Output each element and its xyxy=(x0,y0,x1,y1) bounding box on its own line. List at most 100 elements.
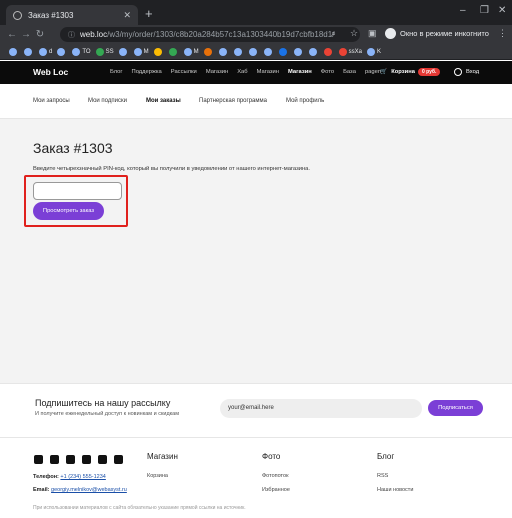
bookmark-item[interactable]: K xyxy=(366,47,381,56)
bookmark-item[interactable]: SS xyxy=(95,47,114,56)
bookmark-item[interactable] xyxy=(248,47,259,56)
back-icon[interactable]: ← xyxy=(5,29,19,40)
footer-link-cart[interactable]: Корзина xyxy=(147,473,168,479)
reload-icon[interactable]: ↻ xyxy=(33,29,47,40)
bookmark-item[interactable] xyxy=(57,47,67,56)
subnav-my-profile[interactable]: Мой профиль xyxy=(286,98,324,104)
search-icon[interactable]: ⌕ xyxy=(331,28,336,39)
bookmark-item[interactable]: TO xyxy=(72,47,91,56)
view-order-button[interactable]: Просмотреть заказ xyxy=(33,202,104,220)
site-logo[interactable]: Web Loc xyxy=(33,67,68,77)
login-link[interactable]: Вход xyxy=(454,68,479,76)
bookmark-item[interactable]: M xyxy=(133,47,149,56)
bookmark-item[interactable] xyxy=(293,47,304,56)
phone-label: Телефон: xyxy=(33,474,59,480)
browser-tab-bar: Заказ #1303 ✕ + – ❐ ✕ xyxy=(0,0,512,25)
bookmark-item[interactable] xyxy=(233,47,244,56)
subnav-partner-program[interactable]: Партнерская программа xyxy=(199,98,267,104)
rss-icon[interactable] xyxy=(34,455,43,464)
maximize-icon[interactable]: ❐ xyxy=(480,5,489,16)
instagram-icon[interactable] xyxy=(98,455,107,464)
nav-item-pagen[interactable]: pagen xyxy=(365,69,381,75)
site-info-icon[interactable]: ⓘ xyxy=(68,30,75,40)
bookmark-item[interactable] xyxy=(323,47,334,56)
close-window-icon[interactable]: ✕ xyxy=(498,5,506,16)
footer-link-photostream[interactable]: Фотопоток xyxy=(262,473,288,479)
cart-icon: 🛒 xyxy=(380,69,388,75)
bookmarks-bar: d TO SS M M ssXa K xyxy=(0,44,512,60)
footer-phone: Телефон: +1 (234) 555-1234 xyxy=(33,474,106,480)
url-domain: web.loc xyxy=(80,30,108,39)
tab-close-icon[interactable]: ✕ xyxy=(123,10,131,21)
vk-icon[interactable] xyxy=(82,455,91,464)
url-path: /w3/my/order/1303/c8b20a284b57c13a130344… xyxy=(107,30,335,39)
nav-item-shop[interactable]: Магазин xyxy=(206,69,228,75)
bookmark-item[interactable] xyxy=(153,47,164,56)
minimize-icon[interactable]: – xyxy=(460,5,466,16)
nav-item-photo[interactable]: Фото xyxy=(321,69,334,75)
subnav-my-requests[interactable]: Мои запросы xyxy=(33,98,70,104)
incognito-label: Окно в режиме инкогнито xyxy=(400,29,489,38)
facebook-icon[interactable] xyxy=(50,455,59,464)
cart-link[interactable]: 🛒 Корзина 0 руб. xyxy=(380,68,441,76)
bookmark-item[interactable] xyxy=(24,47,34,56)
bookmark-item[interactable]: M xyxy=(183,47,199,56)
bookmark-item[interactable] xyxy=(118,47,129,56)
bookmark-item[interactable] xyxy=(168,47,179,56)
browser-tab[interactable]: Заказ #1303 ✕ xyxy=(6,5,138,25)
copyright-text: При использовании материалов с сайта обя… xyxy=(33,505,246,511)
top-nav: Блог Поддержка Рассылки Магазин Хаб Мага… xyxy=(110,69,381,75)
page-title: Заказ #1303 xyxy=(33,140,113,156)
newsletter-text: И получите еженедельный доступ к новинка… xyxy=(35,411,180,417)
bookmark-item[interactable] xyxy=(203,47,214,56)
site-header: Web Loc Блог Поддержка Рассылки Магазин … xyxy=(0,61,512,84)
bookmark-star-icon[interactable]: ☆ xyxy=(350,28,358,39)
browser-toolbar: ← → ↻ ⓘ web.loc /w3/my/order/1303/c8b20a… xyxy=(0,25,512,44)
nav-item-blog[interactable]: Блог xyxy=(110,69,123,75)
site-footer: Телефон: +1 (234) 555-1234 Email: georgi… xyxy=(0,438,512,518)
login-label: Вход xyxy=(466,69,480,75)
subnav-my-subscriptions[interactable]: Мои подписки xyxy=(88,98,127,104)
main-content: Заказ #1303 Введите четырехзначный PIN-к… xyxy=(0,119,512,383)
newsletter-email-input[interactable]: your@email.here xyxy=(220,399,422,418)
bookmark-item[interactable] xyxy=(278,47,289,56)
bookmark-apps-icon[interactable] xyxy=(9,47,19,56)
incognito-icon xyxy=(385,28,396,39)
bookmark-item[interactable] xyxy=(263,47,274,56)
footer-link-rss[interactable]: RSS xyxy=(377,473,388,479)
forward-icon[interactable]: → xyxy=(19,29,33,40)
nav-item-shop-active[interactable]: Магазин xyxy=(288,69,312,75)
sidepanel-icon[interactable]: ▣ xyxy=(368,28,377,39)
user-icon xyxy=(454,68,462,76)
bookmark-item[interactable]: d xyxy=(39,47,52,56)
youtube-icon[interactable] xyxy=(114,455,123,464)
phone-link[interactable]: +1 (234) 555-1234 xyxy=(60,474,105,480)
nav-item-base[interactable]: База xyxy=(343,69,356,75)
twitter-icon[interactable] xyxy=(66,455,75,464)
email-label: Email: xyxy=(33,487,50,493)
nav-item-shop-2[interactable]: Магазин xyxy=(257,69,279,75)
subscribe-button[interactable]: Подписаться xyxy=(428,400,483,416)
subnav-my-orders[interactable]: Мои заказы xyxy=(146,98,181,104)
footer-email: Email: georgiy.melnikov@webasyst.ru xyxy=(33,487,127,493)
footer-col-photo-title: Фото xyxy=(262,452,281,461)
footer-link-favorites[interactable]: Избранное xyxy=(262,487,290,493)
bookmark-item[interactable] xyxy=(218,47,229,56)
email-link[interactable]: georgiy.melnikov@webasyst.ru xyxy=(51,487,127,493)
bookmark-item[interactable]: ssXa xyxy=(338,47,362,56)
nav-item-hub[interactable]: Хаб xyxy=(237,69,247,75)
footer-link-news[interactable]: Наши новости xyxy=(377,487,413,493)
newsletter-section: Подпишитесь на нашу рассылку И получите … xyxy=(0,383,512,438)
account-subnav: Мои запросы Мои подписки Мои заказы Парт… xyxy=(0,84,512,119)
tab-favicon-icon xyxy=(13,10,22,20)
nav-item-mailings[interactable]: Рассылки xyxy=(171,69,197,75)
new-tab-button[interactable]: + xyxy=(145,6,153,21)
footer-col-blog-title: Блог xyxy=(377,452,395,461)
cart-total-badge: 0 руб. xyxy=(417,68,441,76)
menu-icon[interactable]: ⋮ xyxy=(498,28,507,39)
incognito-indicator[interactable]: Окно в режиме инкогнито xyxy=(385,28,489,39)
address-bar[interactable]: ⓘ web.loc /w3/my/order/1303/c8b20a284b57… xyxy=(60,27,360,42)
nav-item-support[interactable]: Поддержка xyxy=(132,69,162,75)
pin-input[interactable] xyxy=(33,182,122,200)
bookmark-item[interactable] xyxy=(308,47,319,56)
